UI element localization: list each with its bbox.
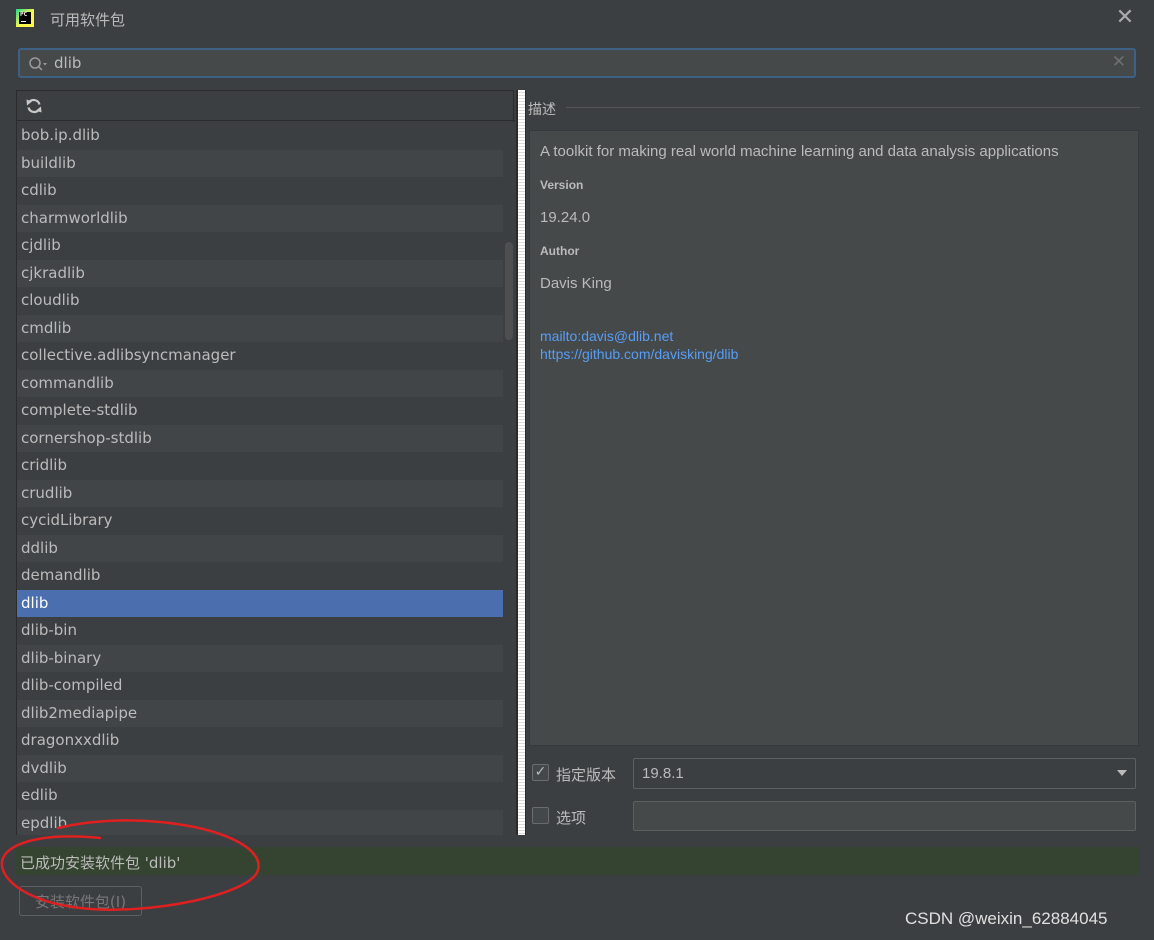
- list-item[interactable]: collective.adlibsyncmanager: [17, 342, 503, 370]
- list-item[interactable]: cdlib: [17, 177, 503, 205]
- clear-search-icon[interactable]: ✕: [1112, 52, 1126, 72]
- status-message: 已成功安装软件包 'dlib': [20, 854, 181, 872]
- list-toolbar: [17, 91, 515, 121]
- status-bar: 已成功安装软件包 'dlib': [16, 847, 1140, 875]
- list-item[interactable]: dlib-compiled: [17, 672, 503, 700]
- list-item[interactable]: cjdlib: [17, 232, 503, 260]
- package-list[interactable]: bob.ip.dlib buildlib cdlib charmworldlib cjd…: [17, 122, 503, 835]
- version-label: Version: [540, 178, 584, 192]
- title-bar: PC 可用软件包 ✕: [0, 0, 1154, 38]
- list-item[interactable]: charmworldlib: [17, 204, 503, 232]
- specify-version-checkbox[interactable]: ✓: [532, 764, 549, 781]
- close-icon[interactable]: ✕: [1112, 6, 1138, 30]
- csdn-watermark: CSDN @weixin_62884045: [905, 909, 1108, 928]
- list-item[interactable]: complete-stdlib: [17, 397, 503, 425]
- list-item[interactable]: dlib-bin: [17, 617, 503, 645]
- list-item[interactable]: ddlib: [17, 534, 503, 562]
- panel-splitter[interactable]: [516, 90, 526, 835]
- list-item[interactable]: buildlib: [17, 149, 503, 177]
- list-item[interactable]: bob.ip.dlib: [17, 122, 503, 150]
- list-item[interactable]: cornershop-stdlib: [17, 424, 503, 452]
- refresh-icon[interactable]: [25, 97, 43, 115]
- scrollbar-thumb[interactable]: [505, 242, 513, 340]
- list-item[interactable]: demandlib: [17, 562, 503, 590]
- list-scrollbar[interactable]: [503, 122, 515, 835]
- selected-version: 19.8.1: [642, 765, 684, 782]
- package-list-panel: bob.ip.dlib buildlib cdlib charmworldlib cjd…: [16, 90, 515, 835]
- specify-version-label: 指定版本: [556, 766, 617, 784]
- description-divider: [566, 107, 1140, 108]
- options-checkbox[interactable]: [532, 807, 549, 824]
- dropdown-arrow-icon: [1117, 770, 1127, 776]
- window-title: 可用软件包: [50, 11, 126, 29]
- version-value: 19.24.0: [540, 209, 591, 226]
- pycharm-logo-icon: PC: [16, 9, 34, 27]
- search-input[interactable]: [54, 53, 1094, 73]
- description-panel: A toolkit for making real world machine …: [529, 130, 1139, 746]
- list-item[interactable]: cjkradlib: [17, 259, 503, 287]
- search-icon[interactable]: [28, 56, 48, 72]
- list-item[interactable]: cloudlib: [17, 287, 503, 315]
- version-dropdown[interactable]: 19.8.1: [633, 758, 1136, 789]
- install-package-button[interactable]: 安装软件包(I): [19, 886, 142, 916]
- list-item[interactable]: cycidLibrary: [17, 507, 503, 535]
- email-link[interactable]: mailto:davis@dlib.net: [540, 328, 673, 344]
- list-item[interactable]: cridlib: [17, 452, 503, 480]
- list-item[interactable]: epdlib: [17, 809, 503, 835]
- list-item[interactable]: cmdlib: [17, 314, 503, 342]
- options-label: 选项: [556, 809, 587, 827]
- package-summary: A toolkit for making real world machine …: [540, 143, 1059, 160]
- description-header: 描述: [528, 102, 556, 118]
- list-item-selected[interactable]: dlib: [17, 589, 503, 617]
- author-label: Author: [540, 244, 580, 258]
- options-input[interactable]: [633, 801, 1136, 831]
- list-item[interactable]: dlib2mediapipe: [17, 699, 503, 727]
- list-item[interactable]: commandlib: [17, 369, 503, 397]
- repo-link[interactable]: https://github.com/davisking/dlib: [540, 346, 738, 362]
- list-item[interactable]: crudlib: [17, 479, 503, 507]
- list-item[interactable]: dragonxxdlib: [17, 727, 503, 755]
- search-field[interactable]: ✕: [18, 48, 1136, 78]
- list-item[interactable]: dvdlib: [17, 754, 503, 782]
- list-item[interactable]: edlib: [17, 782, 503, 810]
- list-item[interactable]: dlib-binary: [17, 644, 503, 672]
- author-value: Davis King: [540, 275, 612, 292]
